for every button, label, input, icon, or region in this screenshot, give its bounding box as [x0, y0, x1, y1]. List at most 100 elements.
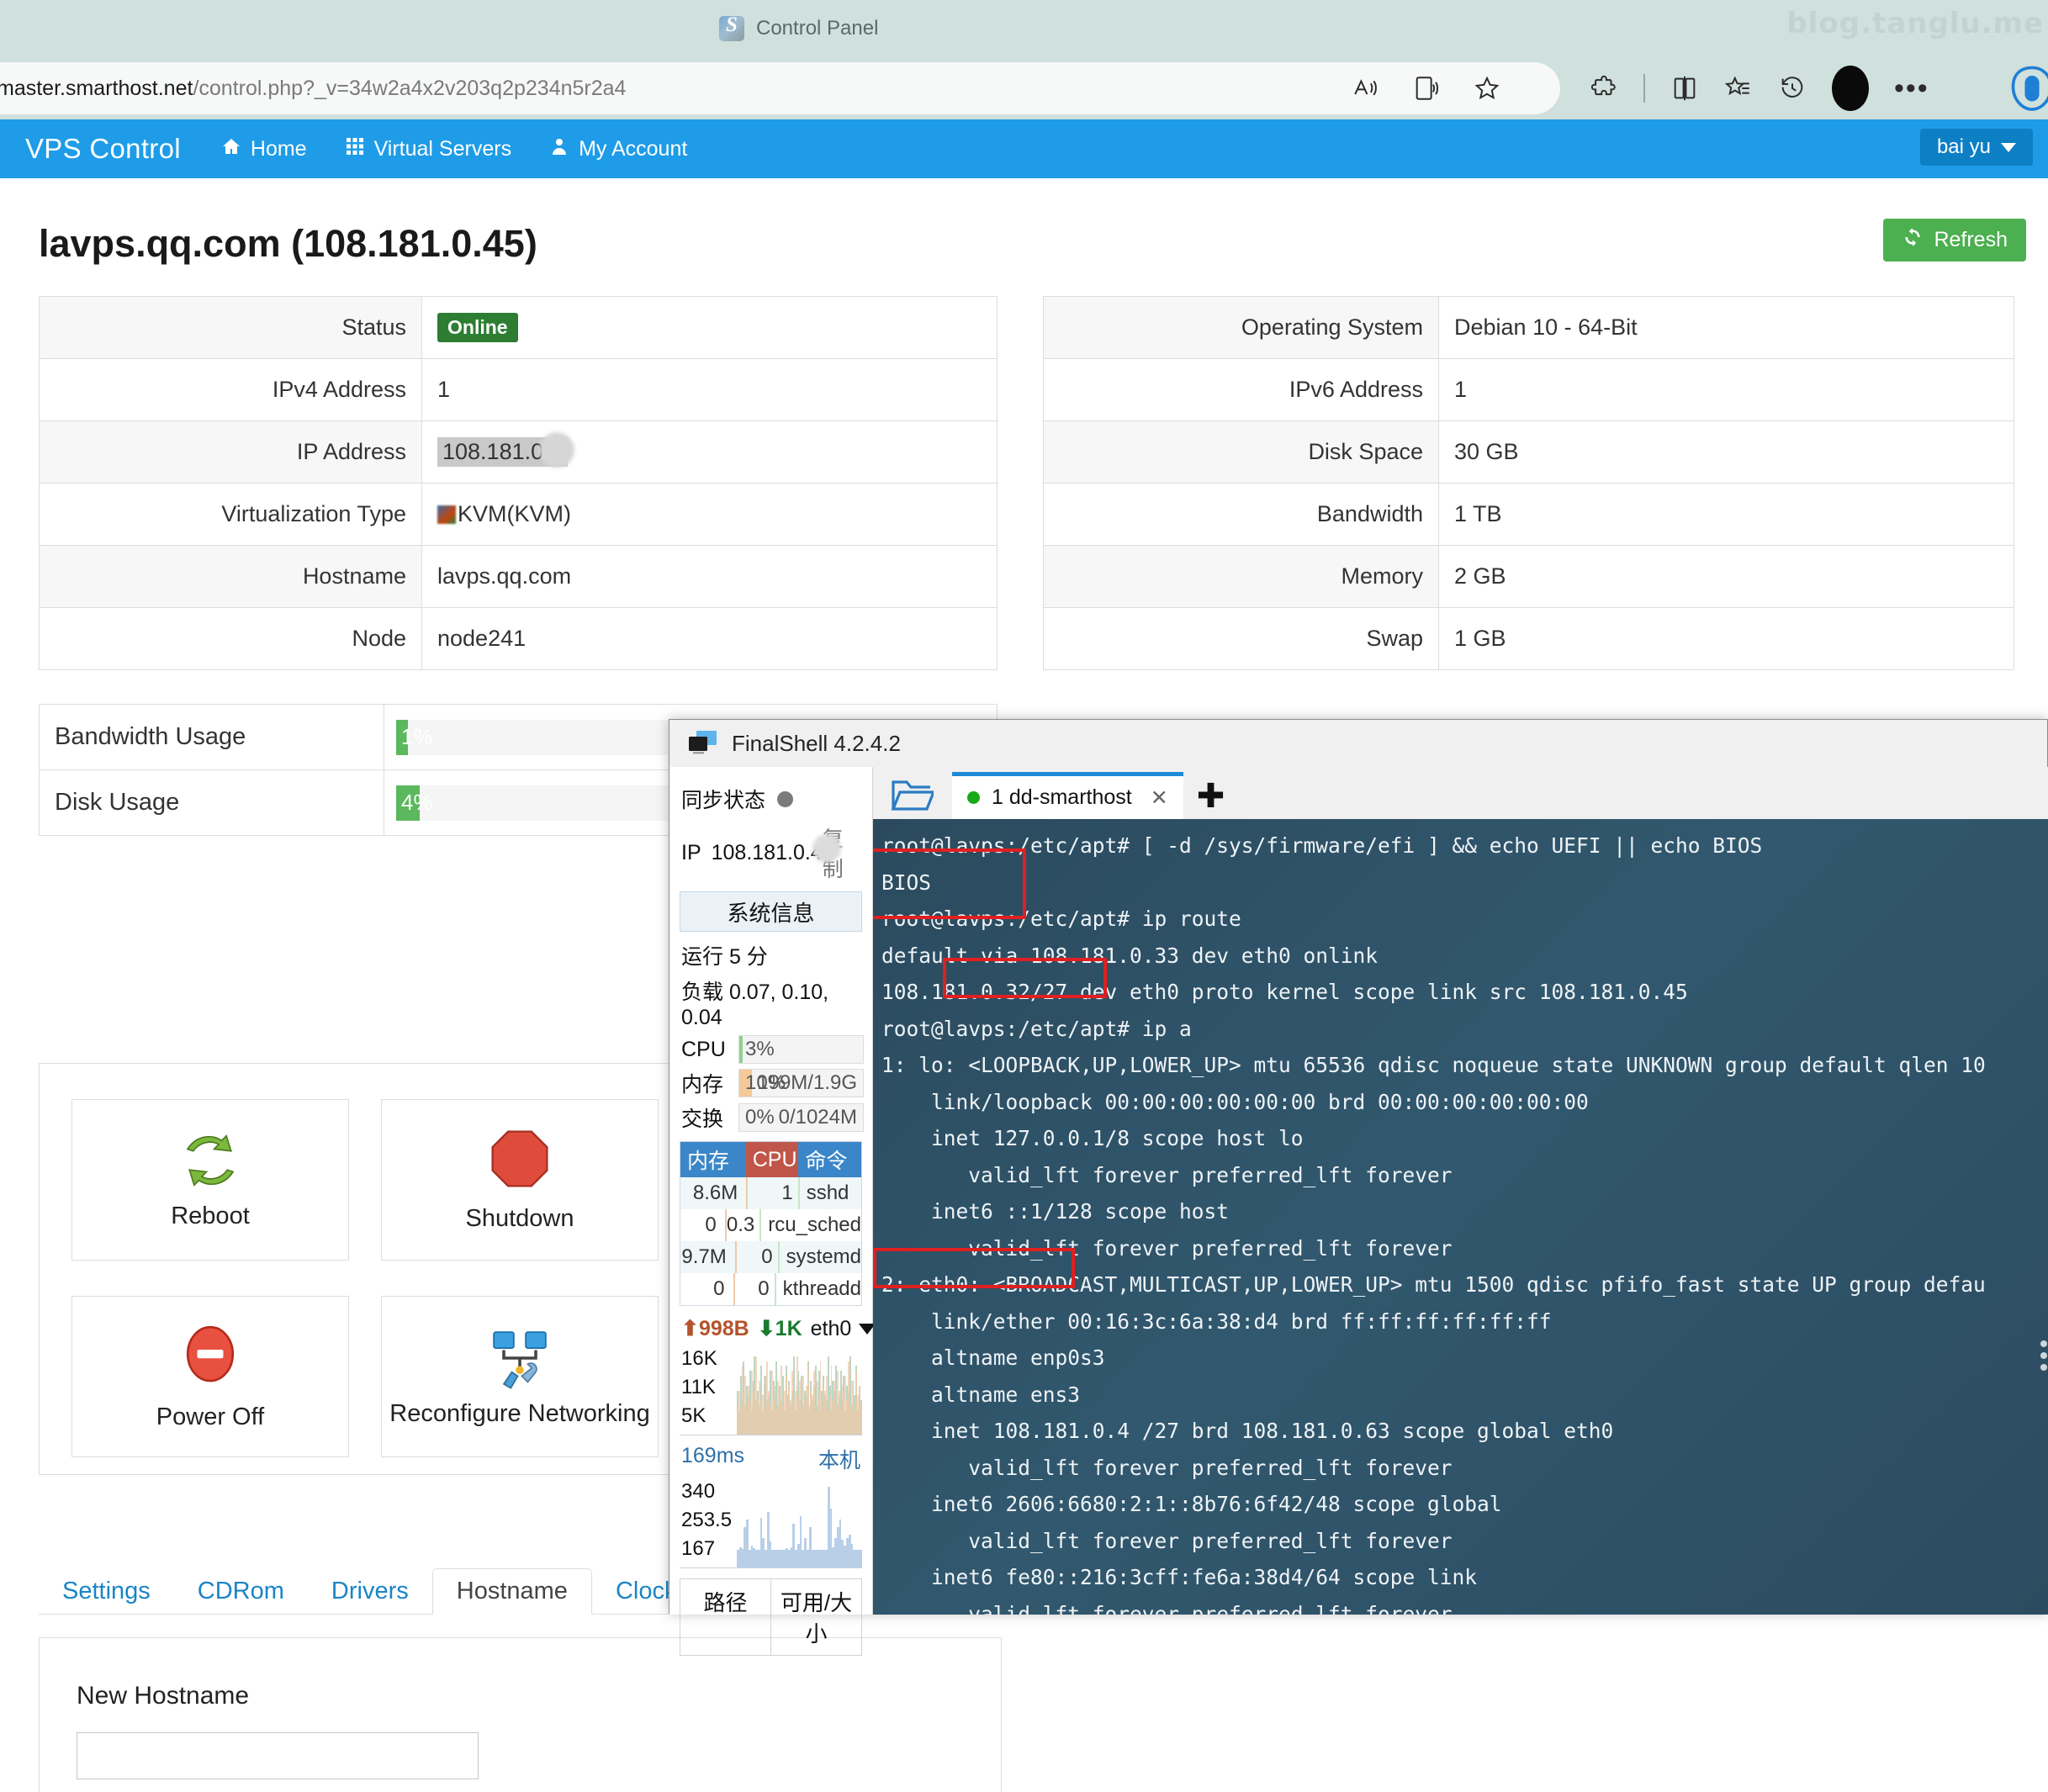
browser-tab[interactable]: Control Panel: [719, 7, 878, 50]
collections-icon[interactable]: [1724, 74, 1753, 103]
read-aloud-icon[interactable]: [1352, 74, 1380, 103]
disk-col-size: 可用/大小: [770, 1579, 861, 1655]
swap-meter-label: 交换: [681, 1107, 724, 1131]
table-row: IPv6 Address 1: [1044, 359, 2014, 421]
shutdown-label: Shutdown: [465, 1204, 574, 1232]
row-value: 2 GB: [1439, 546, 2014, 607]
finalshell-logo-icon: [688, 730, 718, 757]
user-menu-label: bai yu: [1936, 135, 1991, 158]
close-icon[interactable]: ✕: [1151, 785, 1168, 811]
cell-command: sshd: [806, 1181, 849, 1204]
connection-status-icon: [967, 791, 980, 804]
row-key: Disk Space: [1044, 421, 1439, 483]
nav-link-home-label: Home: [250, 136, 307, 161]
table-row: Bandwidth 1 TB: [1044, 484, 2014, 546]
tab-cdrom[interactable]: CDRom: [174, 1569, 308, 1614]
row-key: Virtualization Type: [40, 484, 422, 545]
new-hostname-label: New Hostname: [77, 1682, 250, 1710]
vps-brand[interactable]: VPS Control: [25, 133, 181, 165]
ytick: 167: [681, 1537, 716, 1560]
row-key: Operating System: [1044, 297, 1439, 358]
tab-drivers[interactable]: Drivers: [308, 1569, 432, 1614]
favorite-star-icon[interactable]: [1473, 74, 1501, 103]
power-off-button[interactable]: Power Off: [71, 1296, 349, 1457]
network-interface-select[interactable]: eth0: [811, 1317, 876, 1341]
latency-header: 169ms 本机: [681, 1444, 860, 1474]
refresh-label: Refresh: [1934, 228, 2008, 251]
sync-status-label: 同步状态: [681, 789, 766, 812]
memory-meter-row: 内存 10% 199M/1.9G: [681, 1068, 864, 1098]
row-key: Bandwidth: [1044, 484, 1439, 545]
memory-meter-track: 10% 199M/1.9G: [738, 1069, 864, 1097]
bandwidth-progress-fill: 1%: [396, 719, 433, 755]
row-key: Swap: [1044, 608, 1439, 669]
user-menu-button[interactable]: bai yu: [1919, 129, 2033, 166]
reboot-button[interactable]: Reboot: [71, 1099, 349, 1261]
network-interface-label: eth0: [810, 1316, 852, 1340]
row-key: Hostname: [40, 546, 422, 607]
power-actions-grid: Reboot Shutdown Power Off Reconfigure Ne…: [71, 1099, 659, 1457]
process-col-command: 命令: [798, 1142, 862, 1177]
shutdown-button[interactable]: Shutdown: [381, 1099, 659, 1261]
row-value: KVM(KVM): [422, 484, 997, 545]
browser-tab-title: Control Panel: [756, 17, 879, 40]
terminal-tab-label: 1 dd-smarthost: [992, 785, 1132, 809]
row-value: 108.181.0.4: [422, 421, 997, 483]
chart-bar: [860, 1550, 863, 1567]
ip-label: IP: [681, 840, 701, 864]
edge-sidebar-icon[interactable]: [2009, 64, 2048, 113]
tab-settings[interactable]: Settings: [39, 1569, 174, 1614]
network-download: ⬇1K: [757, 1317, 802, 1340]
row-value: Debian 10 - 64-Bit: [1439, 297, 2014, 358]
new-tab-icon[interactable]: ✚: [1197, 777, 1225, 816]
cell-cpu: 0.3: [727, 1209, 762, 1241]
read-mode-icon[interactable]: [1412, 74, 1441, 103]
table-row: Disk Space 30 GB: [1044, 421, 2014, 484]
row-value: 1 GB: [1439, 608, 2014, 669]
system-info-button[interactable]: 系统信息: [680, 891, 862, 932]
address-bar[interactable]: master.smarthost.net/control.php?_v=34w2…: [0, 62, 1560, 114]
cell-command: rcu_sched: [768, 1213, 861, 1236]
new-hostname-input[interactable]: [77, 1732, 479, 1779]
latency-chart: 340 253.5 167: [680, 1477, 863, 1568]
table-row: 8.6M 1 sshd: [680, 1177, 861, 1209]
table-row: IPv4 Address 1: [40, 359, 997, 421]
more-options-icon[interactable]: •••: [1894, 74, 1929, 103]
swap-meter-track: 0% 0/1024M: [738, 1103, 864, 1132]
latency-chart-plot: [737, 1479, 863, 1567]
browser-toolbar-icons: •••: [1590, 62, 1929, 114]
favicon-icon: [719, 16, 744, 41]
terminal-tabbar: 1 dd-smarthost ✕ ✚: [873, 767, 2048, 819]
profile-avatar[interactable]: [1832, 66, 1869, 111]
open-folder-icon[interactable]: [890, 777, 936, 814]
refresh-button[interactable]: Refresh: [1883, 219, 2026, 262]
cpu-meter-row: CPU 3%: [681, 1035, 864, 1064]
ytick: 5K: [681, 1404, 706, 1427]
table-row: Swap 1 GB: [1044, 608, 2014, 670]
memory-meter-label: 内存: [681, 1073, 724, 1097]
finalshell-title: FinalShell 4.2.4.2: [732, 730, 901, 756]
sync-status-indicator: [777, 790, 794, 807]
nav-link-virtual-servers[interactable]: Virtual Servers: [345, 136, 511, 162]
table-row: IP Address 108.181.0.4: [40, 421, 997, 484]
split-screen-icon[interactable]: [1670, 74, 1699, 103]
latency-chart-yticks: 340 253.5 167: [681, 1477, 737, 1563]
server-info-table-left: Status Online IPv4 Address 1 IP Address …: [39, 296, 998, 670]
terminal-output[interactable]: root@lavps:/etc/apt# [ -d /sys/firmware/…: [873, 819, 2048, 1615]
row-key: IPv4 Address: [40, 359, 422, 420]
history-icon[interactable]: [1778, 74, 1807, 103]
terminal-tab[interactable]: 1 dd-smarthost ✕: [952, 772, 1183, 819]
home-icon: [221, 136, 241, 162]
scroll-indicator[interactable]: [2040, 1340, 2047, 1386]
reconfigure-networking-label: Reconfigure Networking: [389, 1399, 650, 1427]
nav-link-home[interactable]: Home: [221, 136, 307, 162]
cell-memory: 0: [680, 1273, 735, 1305]
nav-link-my-account[interactable]: My Account: [549, 136, 687, 162]
row-key: IP Address: [40, 421, 422, 483]
status-badge: Online: [437, 313, 518, 342]
cell-cpu: 0: [735, 1273, 776, 1305]
tab-hostname[interactable]: Hostname: [431, 1568, 592, 1615]
extensions-puzzle-icon[interactable]: [1590, 74, 1618, 103]
reconfigure-networking-button[interactable]: Reconfigure Networking: [381, 1296, 659, 1457]
network-upload-value: 998B: [698, 1317, 749, 1340]
